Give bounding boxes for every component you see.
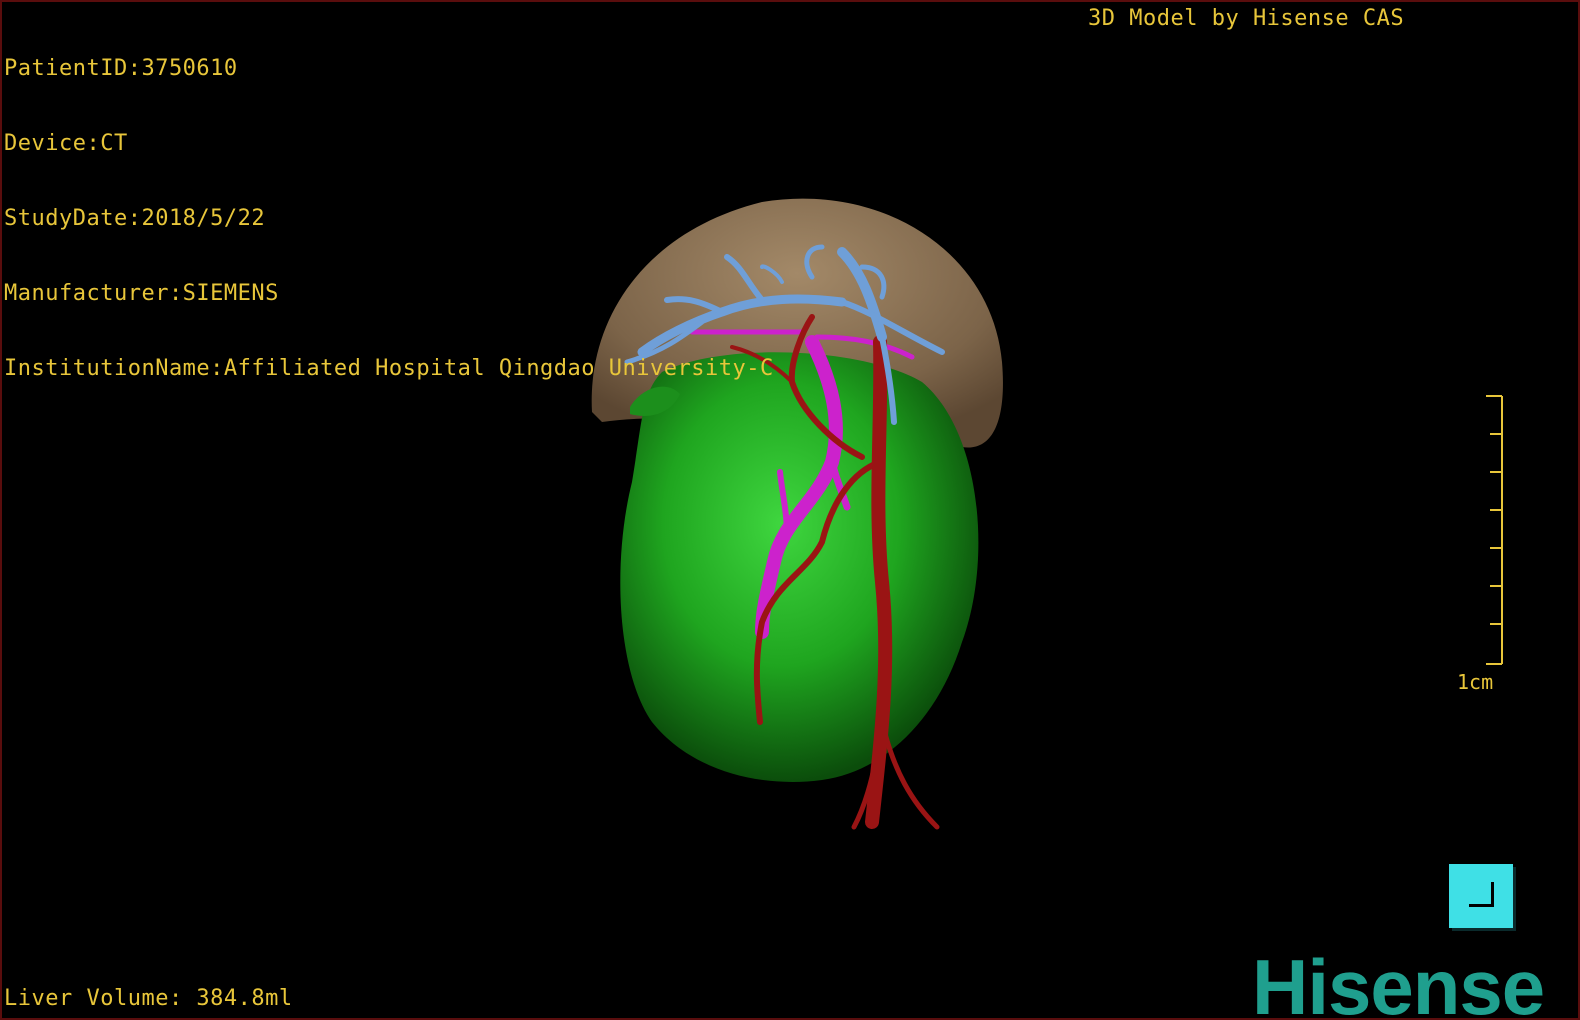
dicom-info-block: PatientID:3750610 Device:CT StudyDate:20… [4, 6, 774, 431]
patient-id-label: PatientID:3750610 [4, 56, 238, 81]
reset-view-button[interactable] [1449, 864, 1513, 928]
device-label: Device:CT [4, 131, 128, 156]
study-date-label: StudyDate:2018/5/22 [4, 206, 266, 231]
scale-label: 1cm [1457, 670, 1494, 694]
3d-viewport[interactable]: PatientID:3750610 Device:CT StudyDate:20… [0, 0, 1580, 1020]
scale-ruler [1486, 395, 1503, 665]
liver-volume-readout: Liver Volume: 384.8ml [4, 986, 293, 1011]
model-caption: 3D Model by Hisense CAS [1088, 6, 1405, 31]
institution-label: InstitutionName:Affiliated Hospital Qing… [4, 356, 774, 381]
hisense-logo: Hisense [1252, 943, 1545, 1020]
corner-bracket-icon [1469, 882, 1494, 907]
manufacturer-label: Manufacturer:SIEMENS [4, 281, 279, 306]
